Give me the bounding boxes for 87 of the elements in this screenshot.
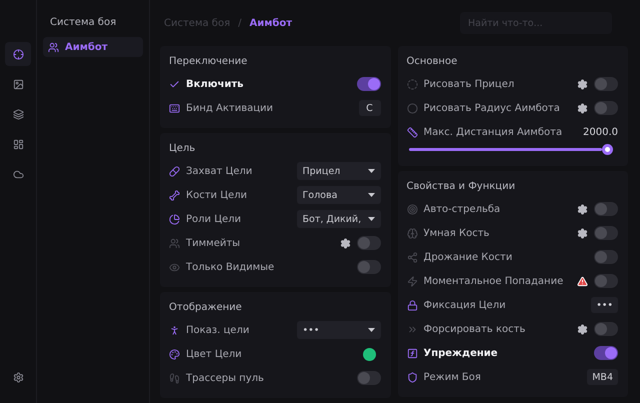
- toggle-switch[interactable]: [594, 322, 618, 336]
- toggle-switch[interactable]: [356, 260, 380, 274]
- bone-icon: [169, 190, 180, 200]
- setting-label: Рисовать Прицел: [424, 78, 516, 90]
- pie-chart-icon: [169, 214, 180, 224]
- dashed-circle-icon: [406, 78, 418, 90]
- toggle-switch[interactable]: [594, 250, 618, 264]
- settings-icon[interactable]: [577, 324, 588, 334]
- circle-icon: [406, 102, 418, 114]
- check-icon: [169, 78, 180, 90]
- section-title: Переключение: [169, 54, 248, 68]
- setting-label: Бинд Активации: [186, 102, 274, 114]
- lock-icon: [406, 300, 418, 310]
- palette-icon: [169, 348, 180, 360]
- setting-label: Фиксация Цели: [424, 300, 507, 310]
- crosshair-icon[interactable]: [5, 42, 31, 66]
- setting-label: Показ. цели: [186, 324, 250, 336]
- dropdown[interactable]: Голова: [296, 186, 380, 204]
- dropdown[interactable]: Бот, Дикий,: [296, 210, 380, 228]
- settings-icon[interactable]: [577, 228, 588, 238]
- caret-icon: [368, 169, 374, 173]
- setting-label: Роли Цели: [186, 214, 242, 224]
- keyboard-icon: [169, 102, 180, 114]
- sidebar-item[interactable]: Аимбот: [43, 37, 143, 57]
- bolt-icon: [406, 276, 418, 286]
- eye-icon: [169, 262, 180, 272]
- caret-icon: [368, 328, 374, 332]
- users-icon: [48, 42, 59, 52]
- setting-label: Моментальное Попадание: [424, 276, 564, 286]
- ruler-icon: [406, 126, 418, 138]
- slider-value: 2000.0: [583, 126, 618, 138]
- caret-icon: [368, 217, 374, 221]
- double-chevron-icon: [406, 324, 418, 334]
- value-chip[interactable]: •••: [591, 297, 618, 313]
- setting-label: Упреждение: [424, 348, 499, 358]
- function-icon: [406, 348, 418, 358]
- toggle-switch[interactable]: [594, 346, 618, 360]
- settings-icon[interactable]: [577, 204, 588, 214]
- toggle-switch[interactable]: [594, 202, 618, 216]
- setting-label: Цвет Цели: [186, 348, 243, 360]
- setting-label: Трассеры пуль: [186, 372, 265, 384]
- toggle-switch[interactable]: [594, 101, 618, 115]
- slider-thumb[interactable]: [602, 144, 613, 155]
- value-chip[interactable]: MB4: [587, 369, 618, 385]
- color-swatch[interactable]: [362, 348, 376, 360]
- sidebar-title: Система боя: [49, 17, 118, 28]
- setting-label: Захват Цели: [186, 166, 254, 176]
- target-icon: [406, 204, 418, 214]
- users-icon: [169, 238, 180, 248]
- setting-label: Макс. Дистанция Аимбота: [424, 126, 564, 138]
- brain-icon: [406, 228, 418, 238]
- value-chip[interactable]: C: [358, 100, 380, 116]
- section-title: Цель: [169, 142, 196, 156]
- setting-label: Авто-стрельба: [424, 204, 502, 214]
- setting-label: Включить: [186, 78, 244, 90]
- share-icon: [406, 252, 418, 262]
- dropdown[interactable]: •••: [296, 321, 380, 339]
- setting-label: Форсировать кость: [424, 324, 526, 334]
- toggle-switch[interactable]: [356, 77, 380, 91]
- toggle-switch[interactable]: [356, 371, 380, 385]
- section-title: Свойства и Функции: [406, 180, 516, 194]
- toggle-switch[interactable]: [356, 236, 380, 250]
- capsule-icon: [169, 166, 180, 176]
- toggle-switch[interactable]: [594, 226, 618, 240]
- setting-label: Дрожание Кости: [424, 252, 514, 262]
- settings-icon[interactable]: [577, 78, 588, 90]
- dropdown[interactable]: Прицел: [296, 162, 380, 180]
- setting-label: Кости Цели: [186, 190, 248, 200]
- shield-icon: [406, 372, 418, 382]
- setting-label: Тиммейты: [186, 238, 242, 248]
- footprints-icon: [169, 372, 180, 384]
- section-title: Отображение: [169, 300, 243, 314]
- person-icon: [169, 324, 180, 336]
- setting-label: Рисовать Радиус Аимбота: [424, 102, 561, 114]
- settings-icon[interactable]: [340, 238, 350, 248]
- section-title: Основное: [406, 54, 458, 68]
- settings-icon[interactable]: [577, 102, 588, 114]
- slider[interactable]: [408, 144, 613, 155]
- breadcrumb-separator: /: [238, 18, 242, 28]
- breadcrumb-item: Аимбот: [249, 18, 292, 28]
- setting-label: Умная Кость: [424, 228, 490, 238]
- setting-label: Только Видимые: [186, 262, 276, 272]
- toggle-switch[interactable]: [594, 77, 618, 91]
- setting-label: Режим Боя: [424, 372, 482, 382]
- sidebar-item-label: Аимбот: [65, 42, 108, 52]
- caret-icon: [368, 193, 374, 197]
- toggle-switch[interactable]: [594, 274, 618, 288]
